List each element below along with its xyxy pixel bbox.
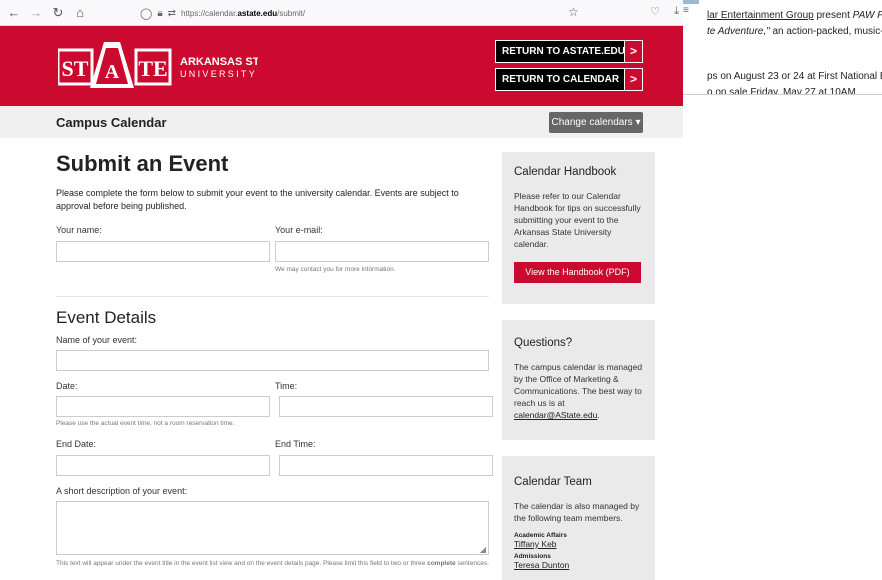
background-text-line: o on sale Friday, May 27 at 10AM [707, 87, 856, 94]
event-name-label: Name of your event: [56, 335, 138, 345]
description-textarea[interactable]: ◢ [56, 501, 489, 555]
calendar-bar: Campus Calendar Change calendars ▾ [0, 106, 683, 138]
back-icon[interactable]: ← [6, 5, 22, 21]
university-subname: UNIVERSITY [180, 69, 257, 79]
questions-title: Questions? [514, 337, 573, 349]
team-member-link[interactable]: Tiffany Keb [514, 539, 643, 549]
team-role: Admissions [514, 553, 551, 560]
questions-box: Questions? The campus calendar is manage… [502, 320, 655, 440]
section-divider [56, 296, 489, 297]
name-label: Your name: [56, 225, 102, 235]
background-menu-icon: ≡ [683, 5, 689, 16]
intro-text: Please complete the form below to submit… [56, 188, 459, 211]
handbook-title: Calendar Handbook [514, 166, 617, 178]
page-title: Submit an Event [56, 151, 229, 176]
campus-calendar-title[interactable]: Campus Calendar [56, 115, 167, 130]
university-name: ARKANSAS STATE [180, 56, 258, 68]
description-help: This text will appear under the event ti… [56, 560, 489, 567]
time-label: Time: [275, 381, 298, 391]
email-input[interactable] [275, 241, 489, 262]
email-label: Your e-mail: [275, 225, 323, 235]
team-text: The calendar is also managed by the foll… [514, 501, 640, 523]
questions-text: The campus calendar is managed by the Of… [514, 362, 643, 420]
chevron-right-icon: > [624, 41, 642, 62]
event-details-heading: Event Details [56, 308, 157, 327]
date-input[interactable] [56, 396, 270, 417]
svg-text:TE: TE [138, 56, 167, 81]
team-title: Calendar Team [514, 476, 592, 488]
team-member-link[interactable]: Teresa Dunton [514, 560, 643, 570]
reload-icon[interactable]: ↻ [50, 5, 66, 21]
background-image [683, 0, 699, 4]
handbook-box: Calendar Handbook Please refer to our Ca… [502, 152, 655, 304]
download-icon[interactable]: ⤓ [674, 5, 679, 18]
calendar-email-link[interactable]: calendar@AState.edu [514, 410, 597, 420]
handbook-text: Please refer to our Calendar Handbook fo… [514, 191, 641, 249]
end-time-label: End Time: [275, 439, 316, 449]
home-icon[interactable]: ⌂ [72, 5, 88, 21]
resize-handle-icon[interactable]: ◢ [480, 545, 486, 554]
lock-icon: 🔒︎ [157, 7, 163, 19]
time-help: Please use the actual event time, not a … [56, 420, 235, 427]
name-input[interactable] [56, 241, 270, 262]
team-box: Calendar Team The calendar is also manag… [502, 456, 655, 580]
description-label: A short description of your event: [56, 486, 188, 496]
email-help: We may contact you for more information. [275, 266, 396, 273]
shield-icon: ◯ [140, 7, 153, 20]
view-handbook-button[interactable]: View the Handbook (PDF) [514, 262, 641, 283]
background-window: ≡ lar Entertainment Group present PAW Pa… [683, 0, 882, 580]
event-name-input[interactable] [56, 350, 489, 371]
chevron-right-icon: > [624, 69, 642, 90]
date-label: Date: [56, 381, 78, 391]
return-calendar-button[interactable]: RETURN TO CALENDAR > [495, 68, 643, 91]
team-role: Academic Affairs [514, 532, 567, 539]
site-header: ST A TE ARKANSAS STATE UNIVERSITY RETURN… [0, 26, 683, 106]
background-text-line: lar Entertainment Group present PAW Patr… [707, 10, 882, 21]
permissions-icon: ⇄ [167, 7, 177, 19]
background-text-line: ps on August 23 or 24 at First National … [707, 71, 882, 82]
browser-toolbar: ← → ↻ ⌂ ◯ 🔒︎ ⇄ https://calendar. astate.e… [0, 0, 683, 26]
time-input[interactable] [279, 396, 493, 417]
svg-text:ST: ST [62, 56, 89, 81]
url-bar[interactable]: ◯ 🔒︎ ⇄ https://calendar. astate.edu/submi… [140, 4, 610, 22]
pocket-icon[interactable]: ♡ [650, 5, 660, 18]
background-text-line: te Adventure," an action-packed, music- [707, 26, 882, 37]
background-divider [683, 94, 882, 95]
forward-icon[interactable]: → [28, 5, 44, 21]
return-astate-button[interactable]: RETURN TO ASTATE.EDU > [495, 40, 643, 63]
end-date-label: End Date: [56, 439, 97, 449]
end-time-input[interactable] [279, 455, 493, 476]
end-date-input[interactable] [56, 455, 270, 476]
bookmark-star-icon[interactable]: ☆ [568, 5, 579, 19]
astate-logo[interactable]: ST A TE ARKANSAS STATE UNIVERSITY [58, 40, 258, 92]
submit-form: Submit an Event Please complete the form… [56, 138, 494, 213]
change-calendars-button[interactable]: Change calendars ▾ [549, 112, 643, 133]
svg-text:A: A [105, 61, 120, 83]
